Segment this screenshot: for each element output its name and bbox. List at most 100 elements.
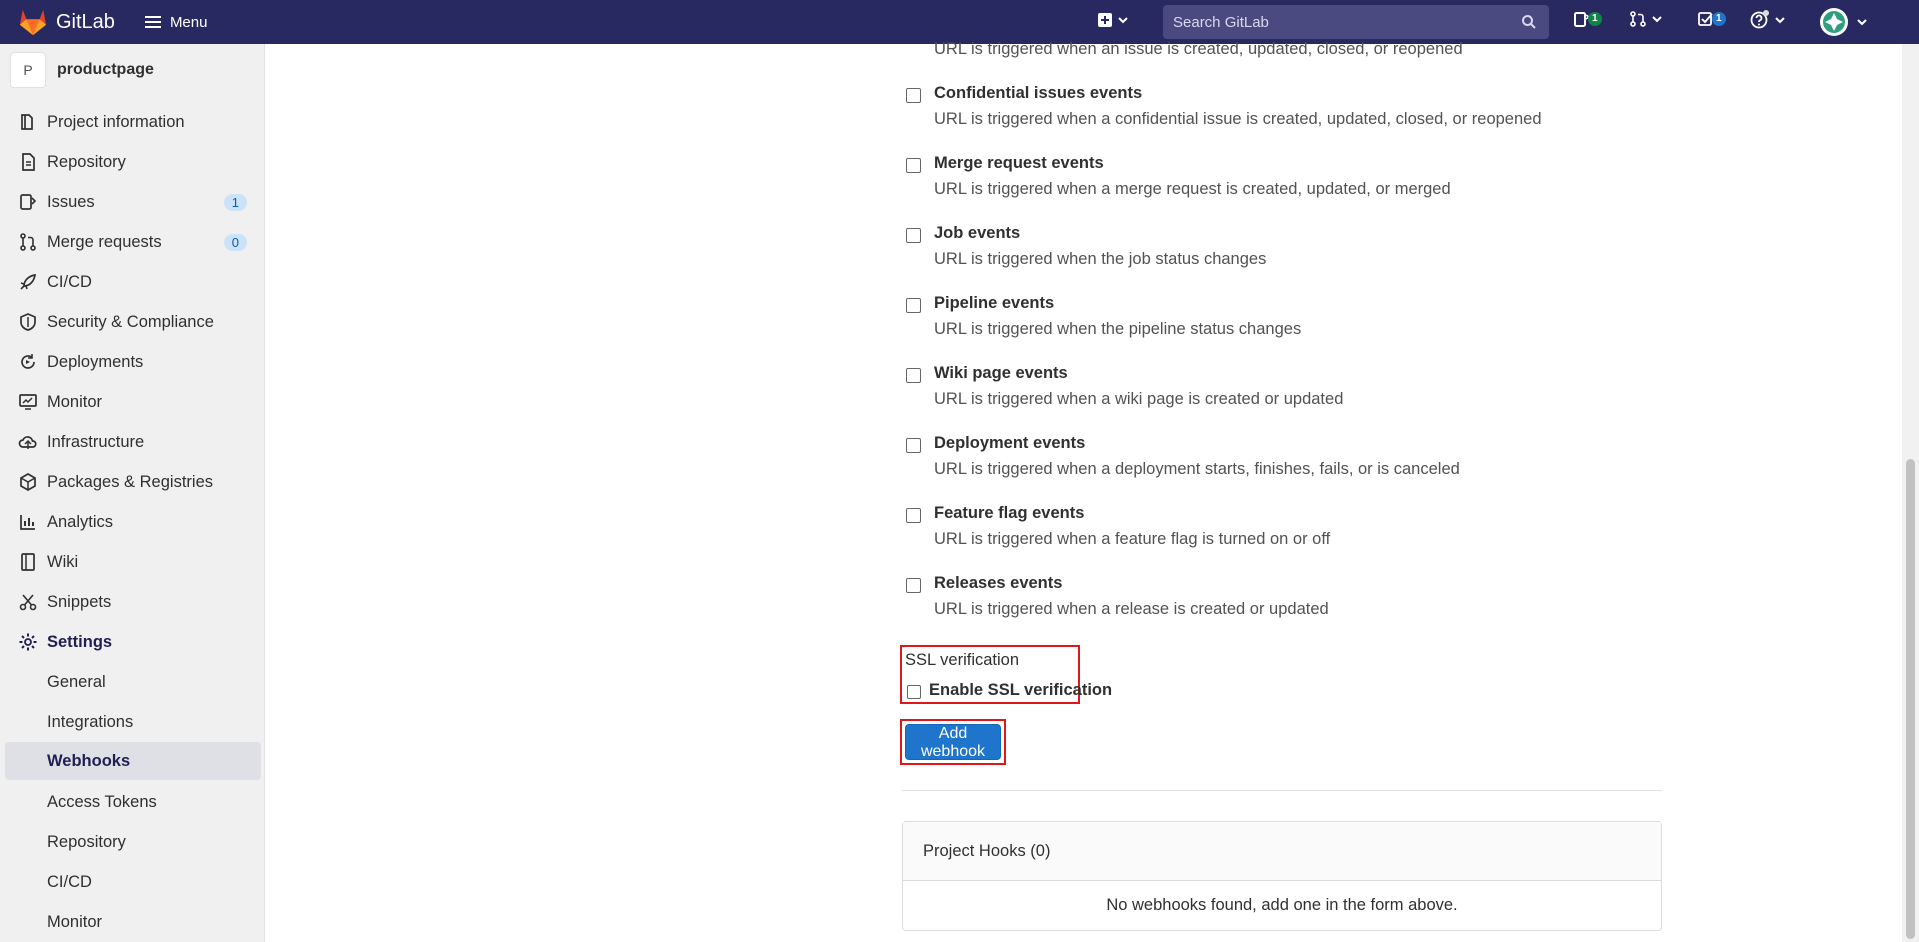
sidebar-item-merge-requests[interactable]: Merge requests 0 bbox=[0, 222, 265, 262]
add-webhook-button[interactable]: Add webhook bbox=[905, 724, 1001, 760]
sidebar-item-label: Infrastructure bbox=[47, 432, 145, 451]
sidebar-item-deployments[interactable]: Deployments bbox=[0, 342, 265, 382]
sidebar-item-packages-registries[interactable]: Packages & Registries bbox=[0, 462, 265, 502]
add-webhook-highlight: Add webhook bbox=[900, 719, 1006, 765]
trigger-checkbox[interactable] bbox=[906, 578, 921, 593]
scrollbar-thumb[interactable] bbox=[1906, 459, 1915, 939]
enable-ssl-checkbox[interactable] bbox=[907, 685, 921, 699]
sidebar-item-label: Snippets bbox=[47, 592, 112, 611]
ssl-verification-heading: SSL verification bbox=[905, 651, 1020, 669]
sidebar-item-monitor[interactable]: Monitor bbox=[0, 382, 265, 422]
trigger-checkbox[interactable] bbox=[906, 298, 921, 313]
rocket-icon bbox=[20, 273, 37, 290]
merge-requests-count-badge: 0 bbox=[223, 233, 247, 251]
sidebar-item-security-compliance[interactable]: Security & Compliance bbox=[0, 302, 265, 342]
shield-icon bbox=[20, 313, 36, 331]
todos-nav-button[interactable]: 1 bbox=[1697, 10, 1726, 28]
trigger-checkbox[interactable] bbox=[906, 228, 921, 243]
gitlab-home-link[interactable]: GitLab bbox=[18, 8, 115, 36]
chevron-down-icon bbox=[1775, 17, 1785, 24]
trigger-checkbox[interactable] bbox=[906, 508, 921, 523]
doc-icon bbox=[22, 153, 35, 171]
enable-ssl-label[interactable]: Enable SSL verification bbox=[929, 681, 1112, 700]
trigger-description: URL is triggered when a merge request is… bbox=[934, 180, 1451, 198]
trigger-checkbox[interactable] bbox=[906, 368, 921, 383]
trigger-title: Job events bbox=[934, 224, 1021, 242]
sidebar-item-project-information[interactable]: Project information bbox=[0, 102, 265, 142]
gitlab-logo-icon bbox=[19, 9, 47, 36]
sidebar-item-infrastructure[interactable]: Infrastructure bbox=[0, 422, 265, 462]
project-hooks-title: Project Hooks (0) bbox=[903, 822, 1661, 881]
trigger-checkbox[interactable] bbox=[906, 88, 921, 103]
sidebar: P productpage Project information Reposi… bbox=[0, 44, 265, 942]
menu-button[interactable]: Menu bbox=[144, 13, 208, 31]
project-avatar: P bbox=[10, 52, 46, 88]
issues-nav-button[interactable]: 1 bbox=[1573, 10, 1602, 28]
help-icon bbox=[1750, 10, 1769, 29]
sidebar-item-cicd[interactable]: CI/CD bbox=[0, 262, 265, 302]
package-icon bbox=[20, 473, 36, 491]
trigger-description: URL is triggered when a wiki page is cre… bbox=[934, 390, 1344, 408]
divider bbox=[902, 790, 1662, 791]
project-header[interactable]: P productpage bbox=[0, 44, 264, 96]
sidebar-item-label: Settings bbox=[47, 632, 113, 651]
chevron-down-icon bbox=[1857, 19, 1867, 26]
sidebar-item-label: Deployments bbox=[47, 352, 144, 371]
trigger-description: URL is triggered when the job status cha… bbox=[934, 250, 1267, 268]
avatar-identicon-icon bbox=[1823, 11, 1845, 33]
sidebar-item-label: Merge requests bbox=[47, 232, 162, 251]
trigger-title: Pipeline events bbox=[934, 294, 1055, 312]
user-avatar[interactable] bbox=[1820, 8, 1848, 36]
sidebar-item-wiki[interactable]: Wiki bbox=[0, 542, 265, 582]
trigger-title: Wiki page events bbox=[934, 364, 1068, 382]
trigger-checkbox[interactable] bbox=[906, 158, 921, 173]
sidebar-item-label: Packages & Registries bbox=[47, 472, 213, 491]
sidebar-item-label: CI/CD bbox=[47, 272, 92, 291]
merge-request-icon bbox=[1630, 11, 1646, 27]
sidebar-subitem-integrations[interactable]: Integrations bbox=[5, 703, 261, 741]
chevron-down-icon bbox=[1652, 16, 1662, 23]
sidebar-subitem-general[interactable]: General bbox=[5, 663, 261, 701]
sidebar-subitem-monitor[interactable]: Monitor bbox=[5, 903, 261, 941]
project-hooks-card: Project Hooks (0) No webhooks found, add… bbox=[902, 821, 1662, 931]
trigger-title: Confidential issues events bbox=[934, 84, 1143, 102]
trigger-checkbox[interactable] bbox=[906, 438, 921, 453]
sidebar-item-label: Project information bbox=[47, 112, 185, 131]
ssl-verification-section: SSL verification Enable SSL verification bbox=[900, 645, 1112, 704]
sidebar-subitem-webhooks[interactable]: Webhooks bbox=[5, 742, 261, 780]
sidebar-item-analytics[interactable]: Analytics bbox=[0, 502, 265, 542]
trigger-description: URL is triggered when a confidential iss… bbox=[934, 110, 1542, 128]
project-hooks-empty-state: No webhooks found, add one in the form a… bbox=[1106, 895, 1458, 914]
plus-square-icon bbox=[1098, 13, 1112, 27]
sidebar-item-settings[interactable]: Settings bbox=[0, 622, 265, 662]
trigger-title: Feature flag events bbox=[934, 504, 1085, 522]
sidebar-subitem-cicd[interactable]: CI/CD bbox=[5, 863, 261, 901]
project-name: productpage bbox=[57, 61, 154, 78]
sidebar-item-repository[interactable]: Repository bbox=[0, 142, 265, 182]
merge-requests-nav-button[interactable] bbox=[1629, 10, 1663, 28]
search-input[interactable] bbox=[1173, 13, 1503, 31]
trigger-description: URL is triggered when a feature flag is … bbox=[934, 530, 1331, 548]
menu-label: Menu bbox=[169, 13, 208, 31]
help-nav-button[interactable] bbox=[1750, 10, 1786, 30]
sidebar-item-label: Monitor bbox=[47, 392, 103, 411]
new-dropdown-button[interactable] bbox=[1097, 12, 1129, 28]
sidebar-item-issues[interactable]: Issues 1 bbox=[0, 182, 265, 222]
chart-icon bbox=[20, 515, 35, 530]
search-box[interactable] bbox=[1163, 5, 1549, 39]
sidebar-subitem-repository[interactable]: Repository bbox=[5, 823, 261, 861]
top-navbar: GitLab Menu 1 1 bbox=[0, 0, 1919, 44]
sidebar-subitem-access-tokens[interactable]: Access Tokens bbox=[5, 783, 261, 821]
hamburger-icon bbox=[144, 16, 161, 28]
page-scrollbar[interactable] bbox=[1902, 44, 1919, 942]
sidebar-item-label: Issues bbox=[47, 192, 95, 211]
deployments-icon bbox=[21, 354, 35, 369]
sidebar-item-label: Wiki bbox=[47, 552, 79, 571]
trigger-description: URL is triggered when a deployment start… bbox=[934, 460, 1460, 478]
chevron-down-icon bbox=[1118, 17, 1128, 24]
cloud-icon bbox=[18, 436, 37, 449]
issues-count-badge: 1 bbox=[1588, 12, 1602, 26]
gear-icon bbox=[19, 633, 37, 651]
project-icon bbox=[21, 114, 33, 130]
sidebar-item-snippets[interactable]: Snippets bbox=[0, 582, 265, 622]
